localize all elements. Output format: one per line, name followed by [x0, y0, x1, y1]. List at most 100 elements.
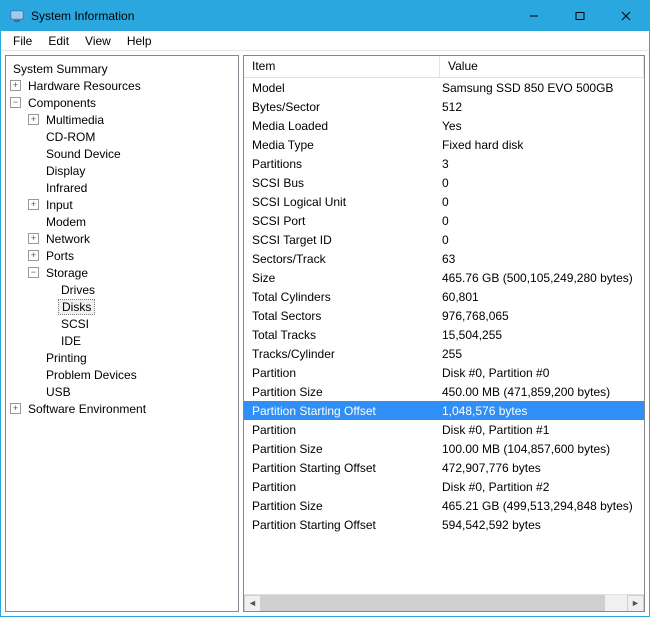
- tree-drives[interactable]: Drives: [8, 281, 236, 298]
- table-row[interactable]: SCSI Logical Unit0: [244, 192, 644, 211]
- table-row[interactable]: Partition Starting Offset472,907,776 byt…: [244, 458, 644, 477]
- table-row[interactable]: Total Cylinders60,801: [244, 287, 644, 306]
- tree-network[interactable]: +Network: [8, 230, 236, 247]
- table-row[interactable]: PartitionDisk #0, Partition #0: [244, 363, 644, 382]
- scroll-track[interactable]: [261, 595, 627, 612]
- tree-label: SCSI: [58, 317, 92, 331]
- tree-hardware-resources[interactable]: + Hardware Resources: [8, 77, 236, 94]
- minimize-button[interactable]: [511, 1, 557, 31]
- detail-header: Item Value: [244, 56, 644, 78]
- cell-value: 465.76 GB (500,105,249,280 bytes): [440, 271, 644, 285]
- tree-problem-devices[interactable]: Problem Devices: [8, 366, 236, 383]
- cell-item: Total Tracks: [244, 328, 440, 342]
- tree-display[interactable]: Display: [8, 162, 236, 179]
- table-row[interactable]: Size465.76 GB (500,105,249,280 bytes): [244, 268, 644, 287]
- cell-item: Partition Starting Offset: [244, 518, 440, 532]
- table-row[interactable]: Bytes/Sector512: [244, 97, 644, 116]
- expand-icon[interactable]: +: [10, 80, 21, 91]
- menu-view[interactable]: View: [77, 32, 119, 50]
- expand-icon[interactable]: +: [28, 233, 39, 244]
- detail-pane: Item Value ModelSamsung SSD 850 EVO 500G…: [243, 55, 645, 612]
- scroll-left-icon[interactable]: ◄: [244, 595, 261, 612]
- cell-item: Size: [244, 271, 440, 285]
- tree-scsi[interactable]: SCSI: [8, 315, 236, 332]
- collapse-icon[interactable]: −: [10, 97, 21, 108]
- table-row[interactable]: Total Tracks15,504,255: [244, 325, 644, 344]
- menu-edit[interactable]: Edit: [40, 32, 77, 50]
- tree-software-environment[interactable]: +Software Environment: [8, 400, 236, 417]
- tree-label: Printing: [43, 351, 90, 365]
- tree-multimedia[interactable]: +Multimedia: [8, 111, 236, 128]
- collapse-icon[interactable]: −: [28, 267, 39, 278]
- maximize-button[interactable]: [557, 1, 603, 31]
- tree-components[interactable]: −Components: [8, 94, 236, 111]
- table-row[interactable]: ModelSamsung SSD 850 EVO 500GB: [244, 78, 644, 97]
- tree-cdrom[interactable]: CD-ROM: [8, 128, 236, 145]
- cell-value: 15,504,255: [440, 328, 644, 342]
- table-row[interactable]: Media TypeFixed hard disk: [244, 135, 644, 154]
- tree-label: Display: [43, 164, 88, 178]
- table-row[interactable]: SCSI Port0: [244, 211, 644, 230]
- menu-file[interactable]: File: [5, 32, 40, 50]
- cell-item: Bytes/Sector: [244, 100, 440, 114]
- column-header-value[interactable]: Value: [440, 56, 644, 77]
- titlebar[interactable]: System Information: [1, 1, 649, 31]
- table-row[interactable]: Partition Starting Offset594,542,592 byt…: [244, 515, 644, 534]
- cell-item: Partition Starting Offset: [244, 461, 440, 475]
- cell-value: 450.00 MB (471,859,200 bytes): [440, 385, 644, 399]
- tree-disks[interactable]: Disks: [8, 298, 236, 315]
- expand-icon[interactable]: +: [10, 403, 21, 414]
- cell-value: 472,907,776 bytes: [440, 461, 644, 475]
- close-button[interactable]: [603, 1, 649, 31]
- tree-sound-device[interactable]: Sound Device: [8, 145, 236, 162]
- cell-value: 63: [440, 252, 644, 266]
- tree-storage[interactable]: −Storage: [8, 264, 236, 281]
- scroll-thumb[interactable]: [261, 595, 605, 612]
- tree-label: Sound Device: [43, 147, 124, 161]
- window-title: System Information: [31, 9, 511, 23]
- table-row[interactable]: Partition Starting Offset1,048,576 bytes: [244, 401, 644, 420]
- tree-modem[interactable]: Modem: [8, 213, 236, 230]
- cell-value: 976,768,065: [440, 309, 644, 323]
- cell-item: Total Cylinders: [244, 290, 440, 304]
- cell-value: 100.00 MB (104,857,600 bytes): [440, 442, 644, 456]
- tree-ports[interactable]: +Ports: [8, 247, 236, 264]
- tree-root[interactable]: System Summary: [8, 60, 236, 77]
- tree-ide[interactable]: IDE: [8, 332, 236, 349]
- expand-icon[interactable]: +: [28, 114, 39, 125]
- table-row[interactable]: SCSI Target ID0: [244, 230, 644, 249]
- expand-icon[interactable]: +: [28, 250, 39, 261]
- cell-value: Disk #0, Partition #0: [440, 366, 644, 380]
- tree-label: Input: [43, 198, 76, 212]
- cell-value: 0: [440, 233, 644, 247]
- cell-value: 512: [440, 100, 644, 114]
- table-row[interactable]: Tracks/Cylinder255: [244, 344, 644, 363]
- table-row[interactable]: SCSI Bus0: [244, 173, 644, 192]
- cell-item: Partition: [244, 366, 440, 380]
- table-row[interactable]: PartitionDisk #0, Partition #1: [244, 420, 644, 439]
- category-tree[interactable]: System Summary + Hardware Resources −Comp…: [6, 56, 238, 611]
- tree-label: Hardware Resources: [25, 79, 144, 93]
- tree-input[interactable]: + Input: [8, 196, 236, 213]
- menu-help[interactable]: Help: [119, 32, 160, 50]
- tree-usb[interactable]: USB: [8, 383, 236, 400]
- table-row[interactable]: Partitions3: [244, 154, 644, 173]
- cell-value: 1,048,576 bytes: [440, 404, 644, 418]
- horizontal-scrollbar[interactable]: ◄ ►: [244, 594, 644, 611]
- tree-printing[interactable]: Printing: [8, 349, 236, 366]
- table-row[interactable]: Sectors/Track63: [244, 249, 644, 268]
- table-row[interactable]: PartitionDisk #0, Partition #2: [244, 477, 644, 496]
- table-row[interactable]: Partition Size465.21 GB (499,513,294,848…: [244, 496, 644, 515]
- table-row[interactable]: Partition Size100.00 MB (104,857,600 byt…: [244, 439, 644, 458]
- cell-item: Partition Size: [244, 499, 440, 513]
- tree-label: Modem: [43, 215, 89, 229]
- cell-value: 0: [440, 214, 644, 228]
- table-row[interactable]: Total Sectors976,768,065: [244, 306, 644, 325]
- scroll-right-icon[interactable]: ►: [627, 595, 644, 612]
- tree-infrared[interactable]: Infrared: [8, 179, 236, 196]
- detail-body[interactable]: ModelSamsung SSD 850 EVO 500GBBytes/Sect…: [244, 78, 644, 594]
- table-row[interactable]: Partition Size450.00 MB (471,859,200 byt…: [244, 382, 644, 401]
- expand-icon[interactable]: +: [28, 199, 39, 210]
- table-row[interactable]: Media LoadedYes: [244, 116, 644, 135]
- column-header-item[interactable]: Item: [244, 56, 440, 77]
